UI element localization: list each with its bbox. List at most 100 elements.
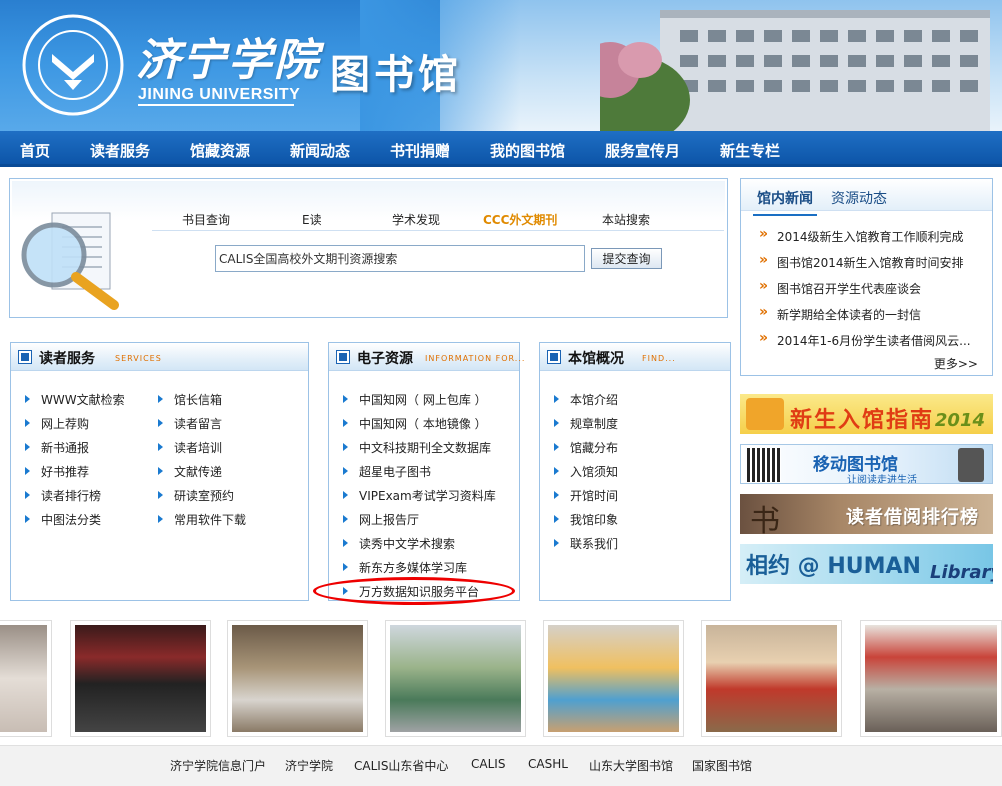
list-item[interactable]: 我馆印象 bbox=[554, 511, 618, 535]
submit-search-button[interactable]: 提交查询 bbox=[591, 248, 662, 269]
list-item[interactable]: 联系我们 bbox=[554, 535, 618, 559]
borrowing-ranking-banner[interactable]: 书 读者借阅排行榜 bbox=[740, 494, 993, 534]
photo-thumbnail[interactable] bbox=[385, 620, 526, 737]
photo-thumbnail[interactable] bbox=[860, 620, 1002, 737]
photo-thumbnail[interactable] bbox=[227, 620, 368, 737]
reader-services-header: 读者服务 SERVICES bbox=[11, 343, 308, 371]
e-resources-list: 中国知网（ 网上包库 ） 中国知网（ 本地镜像 ） 中文科技期刊全文数据库 超星… bbox=[343, 391, 496, 607]
search-tabs: 书目查询 E读 学术发现 CCC外文期刊 本站搜索 bbox=[152, 209, 724, 231]
borrowing-ranking-text: 读者借阅排行榜 bbox=[846, 507, 979, 528]
about-library-list: 本馆介绍 规章制度 馆藏分布 入馆须知 开馆时间 我馆印象 联系我们 bbox=[554, 391, 618, 559]
footer-link[interactable]: 济宁学院 bbox=[285, 757, 333, 774]
qr-code-icon bbox=[747, 448, 781, 482]
list-item[interactable]: 中国知网（ 本地镜像 ） bbox=[343, 415, 496, 439]
freshman-guide-year: 2014 bbox=[934, 410, 985, 431]
list-item[interactable]: 规章制度 bbox=[554, 415, 618, 439]
human-library-banner[interactable]: 相约 @ HUMAN Library bbox=[740, 544, 993, 584]
list-item[interactable]: 中国知网（ 网上包库 ） bbox=[343, 391, 496, 415]
freshman-guide-text: 新生入馆指南 bbox=[790, 408, 935, 433]
footer-link[interactable]: CALIS bbox=[471, 757, 505, 771]
nav-item-news[interactable]: 新闻动态 bbox=[290, 140, 350, 161]
search-input[interactable] bbox=[215, 245, 585, 272]
footer-link[interactable]: 国家图书馆 bbox=[692, 757, 752, 774]
footer-link[interactable]: CALIS山东省中心 bbox=[354, 757, 448, 774]
list-item[interactable]: 馆长信箱 bbox=[158, 391, 246, 415]
reader-services-title: 读者服务 bbox=[39, 351, 95, 367]
list-item[interactable]: 新书通报 bbox=[25, 439, 125, 463]
nav-item-freshman[interactable]: 新生专栏 bbox=[720, 140, 780, 161]
list-item[interactable]: 研读室预约 bbox=[158, 487, 246, 511]
photo-strip bbox=[0, 620, 1002, 737]
photo-thumbnail[interactable] bbox=[70, 620, 211, 737]
news-item[interactable]: 2014级新生入馆教育工作顺利完成 bbox=[759, 226, 971, 254]
list-item[interactable]: 网上报告厅 bbox=[343, 511, 496, 535]
square-bullet-icon bbox=[336, 350, 350, 364]
nav-item-donation[interactable]: 书刊捐赠 bbox=[390, 140, 450, 161]
book-char: 书 bbox=[750, 504, 780, 534]
human-library-sub: Library bbox=[930, 562, 993, 583]
reader-services-col1: WWW文献检索 网上荐购 新书通报 好书推荐 读者排行榜 中图法分类 bbox=[25, 391, 125, 535]
university-logo-icon bbox=[22, 14, 124, 116]
list-item[interactable]: VIPExam考试学习资料库 bbox=[343, 487, 496, 511]
mobile-library-banner[interactable]: 移动图书馆 让阅读走进生活 bbox=[740, 444, 993, 484]
tab-resource-news[interactable]: 资源动态 bbox=[831, 188, 887, 208]
list-item[interactable]: 读者培训 bbox=[158, 439, 246, 463]
freshman-illustration bbox=[746, 398, 784, 430]
brand-chinese-name: 济宁学院 bbox=[136, 35, 320, 86]
news-list: 2014级新生入馆教育工作顺利完成 图书馆2014新生入馆教育时间安排 图书馆召… bbox=[759, 226, 971, 358]
mobile-library-sub: 让阅读走进生活 bbox=[847, 475, 917, 484]
list-item[interactable]: 开馆时间 bbox=[554, 487, 618, 511]
about-library-header: 本馆概况 FIND... bbox=[540, 343, 730, 371]
tab-site-search[interactable]: 本站搜索 bbox=[602, 211, 650, 228]
news-tabs: 馆内新闻 资源动态 bbox=[741, 179, 992, 216]
about-library-title-en: FIND... bbox=[642, 354, 676, 363]
footer-link[interactable]: 山东大学图书馆 bbox=[589, 757, 673, 774]
tab-academic-discovery[interactable]: 学术发现 bbox=[392, 211, 440, 228]
list-item[interactable]: 文献传递 bbox=[158, 463, 246, 487]
list-item[interactable]: 入馆须知 bbox=[554, 463, 618, 487]
photo-thumbnail[interactable] bbox=[0, 620, 52, 737]
photo-thumbnail[interactable] bbox=[701, 620, 842, 737]
list-item[interactable]: 读者留言 bbox=[158, 415, 246, 439]
list-item[interactable]: 网上荐购 bbox=[25, 415, 125, 439]
tab-ccc-journals[interactable]: CCC外文期刊 bbox=[483, 211, 557, 228]
news-more-link[interactable]: 更多>> bbox=[934, 355, 978, 372]
list-item[interactable]: 中图法分类 bbox=[25, 511, 125, 535]
main-nav: 首页 读者服务 馆藏资源 新闻动态 书刊捐赠 我的图书馆 服务宣传月 新生专栏 bbox=[0, 131, 1002, 167]
reader-services-col2: 馆长信箱 读者留言 读者培训 文献传递 研读室预约 常用软件下载 bbox=[158, 391, 246, 535]
red-highlight-ellipse bbox=[313, 577, 515, 605]
tab-catalog[interactable]: 书目查询 bbox=[182, 211, 230, 228]
news-item[interactable]: 新学期给全体读者的一封信 bbox=[759, 304, 971, 332]
e-resources-box: 电子资源 INFORMATION FOR... 中国知网（ 网上包库 ） 中国知… bbox=[328, 342, 524, 601]
tab-eread[interactable]: E读 bbox=[302, 211, 322, 228]
reader-services-box: 读者服务 SERVICES WWW文献检索 网上荐购 新书通报 好书推荐 读者排… bbox=[10, 342, 309, 601]
phone-icon bbox=[958, 448, 984, 482]
nav-item-my-library[interactable]: 我的图书馆 bbox=[490, 140, 565, 161]
tab-library-news[interactable]: 馆内新闻 bbox=[753, 188, 817, 216]
list-item[interactable]: 好书推荐 bbox=[25, 463, 125, 487]
news-panel: 馆内新闻 资源动态 2014级新生入馆教育工作顺利完成 图书馆2014新生入馆教… bbox=[740, 178, 993, 376]
brand-english-name: JINING UNIVERSITY bbox=[138, 86, 301, 103]
list-item[interactable]: 馆藏分布 bbox=[554, 439, 618, 463]
e-resources-title-en: INFORMATION FOR... bbox=[425, 354, 526, 363]
list-item[interactable]: 超星电子图书 bbox=[343, 463, 496, 487]
list-item[interactable]: 读秀中文学术搜索 bbox=[343, 535, 496, 559]
nav-item-home[interactable]: 首页 bbox=[20, 140, 50, 161]
list-item[interactable]: 中文科技期刊全文数据库 bbox=[343, 439, 496, 463]
footer-links: 济宁学院信息门户 济宁学院 CALIS山东省中心 CALIS CASHL 山东大… bbox=[0, 745, 1002, 786]
photo-thumbnail[interactable] bbox=[543, 620, 684, 737]
list-item[interactable]: 本馆介绍 bbox=[554, 391, 618, 415]
list-item[interactable]: 常用软件下载 bbox=[158, 511, 246, 535]
list-item[interactable]: WWW文献检索 bbox=[25, 391, 125, 415]
list-item[interactable]: 读者排行榜 bbox=[25, 487, 125, 511]
news-item[interactable]: 图书馆2014新生入馆教育时间安排 bbox=[759, 252, 971, 280]
human-library-text: 相约 @ HUMAN bbox=[746, 554, 921, 579]
nav-item-service-month[interactable]: 服务宣传月 bbox=[605, 140, 680, 161]
freshman-guide-banner[interactable]: 新生入馆指南 2014 bbox=[740, 394, 993, 434]
footer-link[interactable]: CASHL bbox=[528, 757, 568, 771]
library-title: 图书馆 bbox=[330, 52, 462, 98]
nav-item-collections[interactable]: 馆藏资源 bbox=[190, 140, 250, 161]
nav-item-reader-services[interactable]: 读者服务 bbox=[90, 140, 150, 161]
news-item[interactable]: 图书馆召开学生代表座谈会 bbox=[759, 278, 971, 306]
footer-link[interactable]: 济宁学院信息门户 bbox=[170, 757, 266, 774]
